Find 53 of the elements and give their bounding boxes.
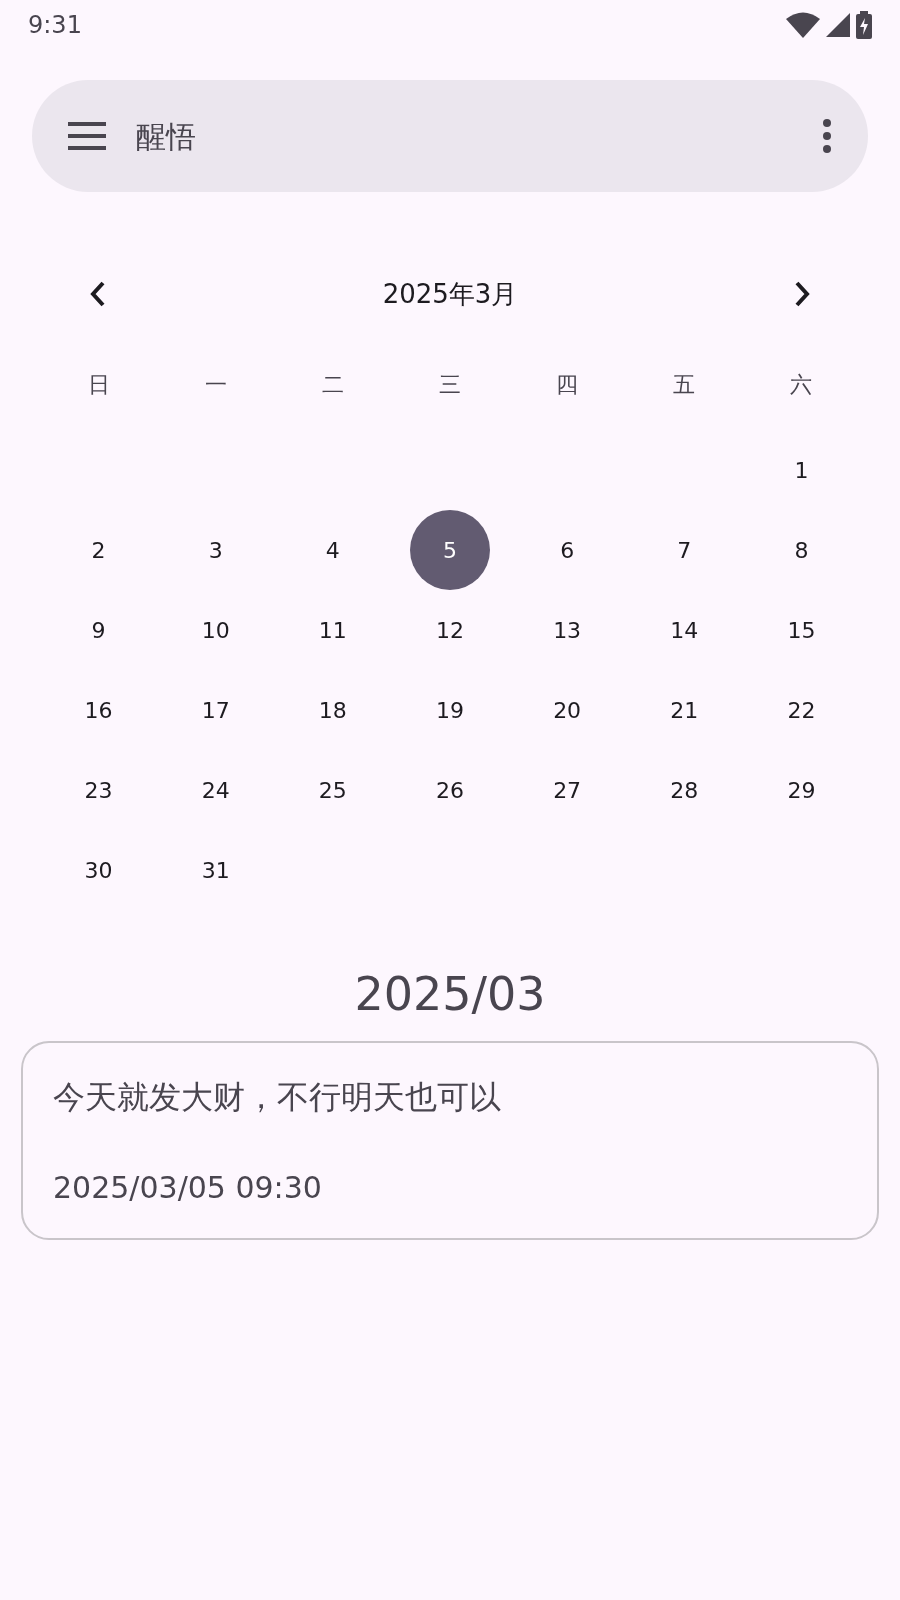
- status-time: 9:31: [28, 10, 82, 41]
- entry-card[interactable]: 今天就发大财，不行明天也可以 2025/03/05 09:30: [21, 1041, 879, 1240]
- calendar-day[interactable]: 22: [761, 670, 842, 750]
- calendar-day[interactable]: 19: [410, 670, 490, 750]
- calendar-day[interactable]: 23: [58, 750, 139, 830]
- calendar-day[interactable]: 21: [644, 670, 725, 750]
- weekday-label: 六: [790, 370, 813, 399]
- calendar-day[interactable]: 27: [527, 750, 608, 830]
- weekday-label: 五: [673, 370, 696, 399]
- previous-month-icon[interactable]: [88, 280, 106, 308]
- calendar-day[interactable]: 31: [175, 830, 256, 910]
- calendar-day[interactable]: 24: [175, 750, 256, 830]
- calendar-day[interactable]: 10: [175, 590, 256, 670]
- calendar-day[interactable]: 3: [175, 510, 256, 590]
- calendar-day[interactable]: 9: [58, 590, 139, 670]
- weekday-label: 一: [204, 370, 227, 399]
- calendar-day[interactable]: 28: [644, 750, 725, 830]
- signal-icon: [826, 13, 850, 37]
- calendar-day[interactable]: 5: [410, 510, 490, 590]
- calendar-day[interactable]: 25: [292, 750, 373, 830]
- weekday-label: 四: [556, 370, 579, 399]
- calendar-day[interactable]: 15: [761, 590, 842, 670]
- calendar-day[interactable]: 30: [58, 830, 139, 910]
- battery-icon: [856, 11, 872, 39]
- weekday-label: 二: [321, 370, 344, 399]
- weekday-label: 三: [439, 370, 461, 399]
- search-bar[interactable]: 醒悟: [32, 80, 868, 192]
- more-icon[interactable]: [822, 119, 832, 153]
- month-label: 2025年3月: [382, 277, 518, 311]
- calendar-day[interactable]: 8: [761, 510, 842, 590]
- calendar-day[interactable]: 6: [527, 510, 608, 590]
- calendar-day[interactable]: 7: [644, 510, 725, 590]
- calendar-day[interactable]: 17: [175, 670, 256, 750]
- calendar-day[interactable]: 16: [58, 670, 139, 750]
- calendar-day[interactable]: 14: [644, 590, 725, 670]
- month-heading: 2025/03: [354, 966, 546, 1023]
- entry-timestamp: 2025/03/05 09:30: [53, 1169, 323, 1207]
- calendar-day[interactable]: 13: [527, 590, 608, 670]
- calendar-day[interactable]: 2: [58, 510, 139, 590]
- weekday-label: 日: [87, 370, 110, 399]
- calendar-day[interactable]: 18: [292, 670, 373, 750]
- calendar-day[interactable]: 11: [292, 590, 373, 670]
- entry-text: 今天就发大财，不行明天也可以: [53, 1077, 502, 1118]
- menu-icon[interactable]: [68, 122, 106, 150]
- app-title: 醒悟: [136, 117, 197, 156]
- calendar-day[interactable]: 26: [410, 750, 490, 830]
- calendar-day[interactable]: 4: [292, 510, 373, 590]
- wifi-icon: [786, 12, 820, 38]
- calendar-day[interactable]: 20: [527, 670, 608, 750]
- calendar-day[interactable]: 29: [761, 750, 842, 830]
- calendar-day[interactable]: 12: [410, 590, 490, 670]
- next-month-icon[interactable]: [794, 280, 812, 308]
- calendar-day[interactable]: 1: [761, 430, 842, 510]
